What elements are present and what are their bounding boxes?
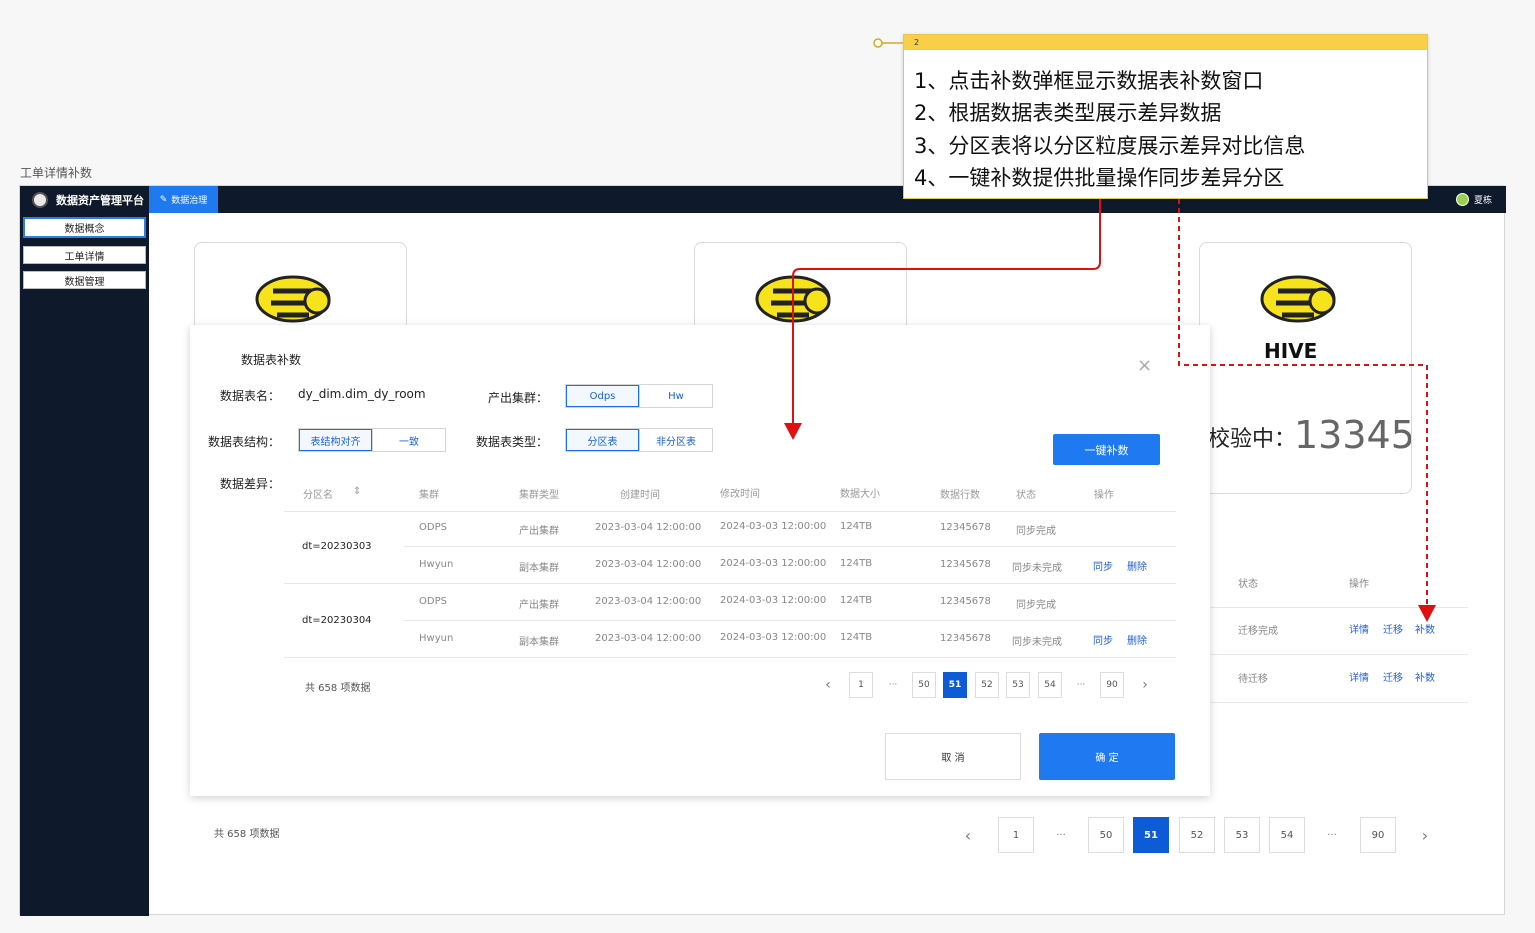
arrow-to-modal: [792, 199, 1101, 425]
arrow-head-icon: [1418, 605, 1436, 622]
annotation-arrows: [784, 38, 1436, 622]
annotation-anchor: [873, 38, 883, 48]
arrow-head-icon: [784, 423, 802, 440]
arrow-to-backfill-link: [1178, 199, 1428, 605]
